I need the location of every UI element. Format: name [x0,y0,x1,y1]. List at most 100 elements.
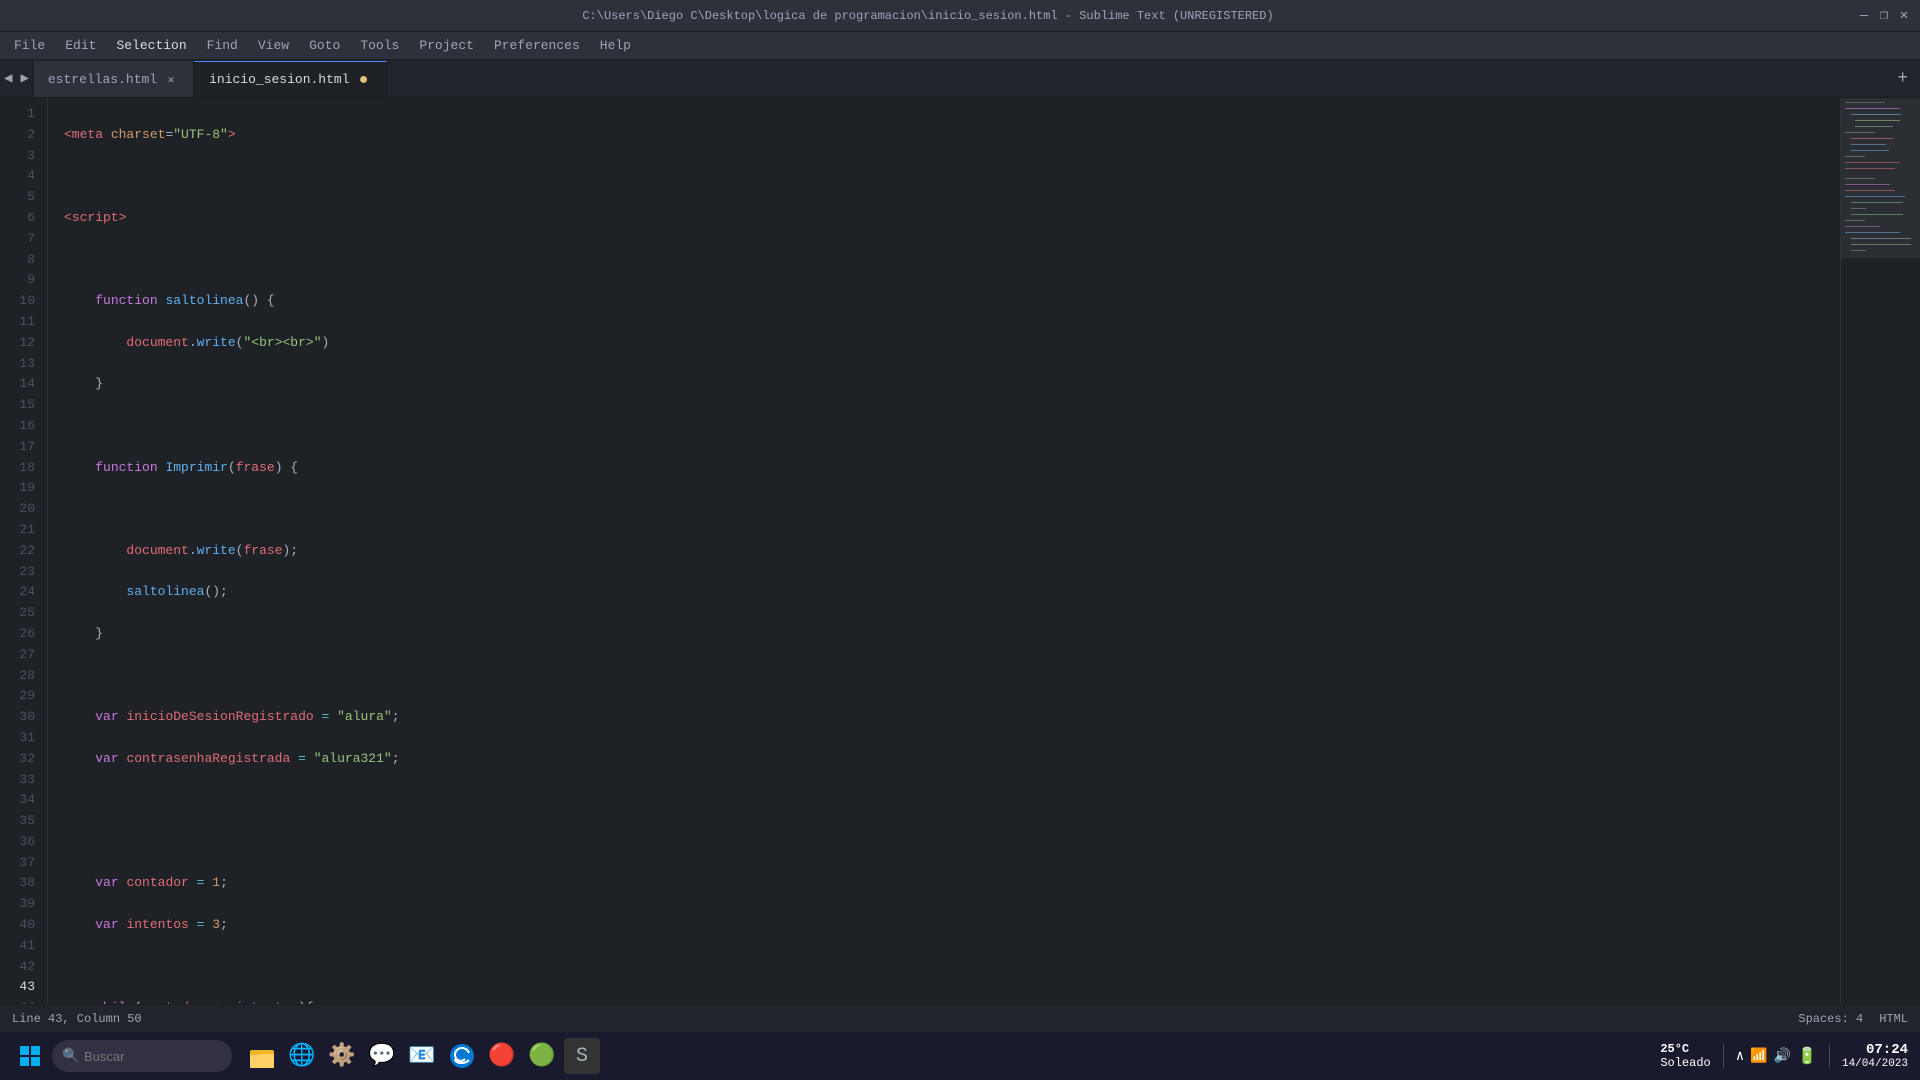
code-line-14 [60,666,1840,687]
line-40: 40 [8,915,35,936]
line-21: 21 [8,520,35,541]
taskbar-icon-sublime[interactable]: S [564,1038,600,1074]
code-line-5: function saltolinea() { [60,291,1840,312]
tab-estrellas-label: estrellas.html [48,72,157,87]
code-line-13: } [60,624,1840,645]
tab-bar: ◀ ▶ estrellas.html ✕ inicio_sesion.html … [0,60,1920,98]
tab-inicio-sesion-close[interactable]: ● [356,72,372,88]
line-31: 31 [8,728,35,749]
app4-icon: 📧 [408,1043,435,1069]
line-11: 11 [8,312,35,333]
clock-date: 14/04/2023 [1842,1058,1908,1070]
tab-nav-next[interactable]: ▶ [16,60,32,97]
line-36: 36 [8,832,35,853]
code-line-19: var contador = 1; [60,873,1840,894]
tab-inicio-sesion[interactable]: inicio_sesion.html ● [194,61,386,97]
minimap-viewport [1841,98,1920,258]
taskbar-icon-app3[interactable]: 💬 [364,1038,400,1074]
taskbar-separator [1723,1044,1724,1068]
menu-goto[interactable]: Goto [299,34,350,57]
code-line-21 [60,957,1840,978]
menu-selection[interactable]: Selection [106,34,196,57]
code-line-4 [60,250,1840,271]
code-line-12: saltolinea(); [60,582,1840,603]
menu-find[interactable]: Find [197,34,248,57]
line-20: 20 [8,499,35,520]
app3-icon: 💬 [368,1043,395,1069]
search-icon: 🔍 [62,1048,79,1065]
code-line-16: var contrasenhaRegistrada = "alura321"; [60,749,1840,770]
code-line-20: var intentos = 3; [60,915,1840,936]
line-17: 17 [8,437,35,458]
menu-file[interactable]: File [4,34,55,57]
tab-inicio-sesion-label: inicio_sesion.html [209,72,349,87]
menu-tools[interactable]: Tools [350,34,409,57]
system-tray: ∧ 📶 🔊 🔋 [1736,1046,1817,1066]
line-38: 38 [8,873,35,894]
search-wrapper: 🔍 [52,1040,232,1072]
line-15: 15 [8,395,35,416]
line-18: 18 [8,458,35,479]
menu-project[interactable]: Project [409,34,484,57]
code-line-15: var inicioDeSesionRegistrado = "alura"; [60,707,1840,728]
code-line-1: <meta charset="UTF-8"> [60,125,1840,146]
taskbar-icon-app4[interactable]: 📧 [404,1038,440,1074]
encoding-info[interactable]: HTML [1879,1012,1908,1026]
tray-network[interactable]: 📶 [1750,1048,1767,1065]
clock-widget[interactable]: 07:24 14/04/2023 [1842,1042,1908,1070]
taskbar-icon-browser1[interactable]: 🌐 [284,1038,320,1074]
minimize-button[interactable]: — [1856,8,1872,24]
code-editor[interactable]: <meta charset="UTF-8"> <script> function… [48,98,1840,1004]
menu-view[interactable]: View [248,34,299,57]
tray-battery[interactable]: 🔋 [1797,1046,1817,1066]
line-1: 1 [8,104,35,125]
maximize-button[interactable]: ❐ [1876,8,1892,24]
menu-preferences[interactable]: Preferences [484,34,590,57]
taskbar-icon-app7[interactable]: 🟢 [524,1038,560,1074]
line-25: 25 [8,603,35,624]
taskbar-right: 25°C Soleado ∧ 📶 🔊 🔋 07:24 14/04/2023 [1660,1042,1908,1070]
line-30: 30 [8,707,35,728]
start-button[interactable] [12,1038,48,1074]
code-line-6: document.write("<br><br>") [60,333,1840,354]
taskbar-icon-app5[interactable] [444,1038,480,1074]
edge-icon [449,1043,475,1069]
line-16: 16 [8,416,35,437]
line-22: 22 [8,541,35,562]
code-line-3: <script> [60,208,1840,229]
code-line-18 [60,832,1840,853]
tab-estrellas-close[interactable]: ✕ [163,72,179,88]
line-13: 13 [8,354,35,375]
weather-widget: 25°C Soleado [1660,1042,1710,1070]
line-42: 42 [8,957,35,978]
code-line-8 [60,416,1840,437]
code-line-11: document.write(frase); [60,541,1840,562]
sublime-icon: S [576,1045,588,1068]
taskbar-icon-app2[interactable]: ⚙️ [324,1038,360,1074]
taskbar-icon-app6[interactable]: 🔴 [484,1038,520,1074]
close-button[interactable]: ✕ [1896,8,1912,24]
line-14: 14 [8,374,35,395]
line-41: 41 [8,936,35,957]
tray-sound[interactable]: 🔊 [1774,1048,1791,1065]
line-43: 43 [8,977,35,998]
line-26: 26 [8,624,35,645]
line-3: 3 [8,146,35,167]
taskbar-icon-explorer[interactable] [244,1038,280,1074]
line-10: 10 [8,291,35,312]
new-tab-button[interactable]: + [1885,60,1920,97]
windows-icon [19,1045,41,1067]
code-line-22: while(contador <= intentos){ [60,998,1840,1004]
menu-bar: File Edit Selection Find View Goto Tools… [0,32,1920,60]
line-7: 7 [8,229,35,250]
spaces-info[interactable]: Spaces: 4 [1798,1012,1863,1026]
tab-nav-prev[interactable]: ◀ [0,60,16,97]
menu-help[interactable]: Help [590,34,641,57]
taskbar: 🔍 🌐 ⚙️ 💬 📧 🔴 🟢 S [0,1032,1920,1080]
menu-edit[interactable]: Edit [55,34,106,57]
tab-estrellas[interactable]: estrellas.html ✕ [33,61,194,97]
title-text: C:\Users\Diego C\Desktop\logica de progr… [8,9,1848,23]
line-44: 44 [8,998,35,1004]
tray-chevron[interactable]: ∧ [1736,1048,1744,1065]
line-6: 6 [8,208,35,229]
